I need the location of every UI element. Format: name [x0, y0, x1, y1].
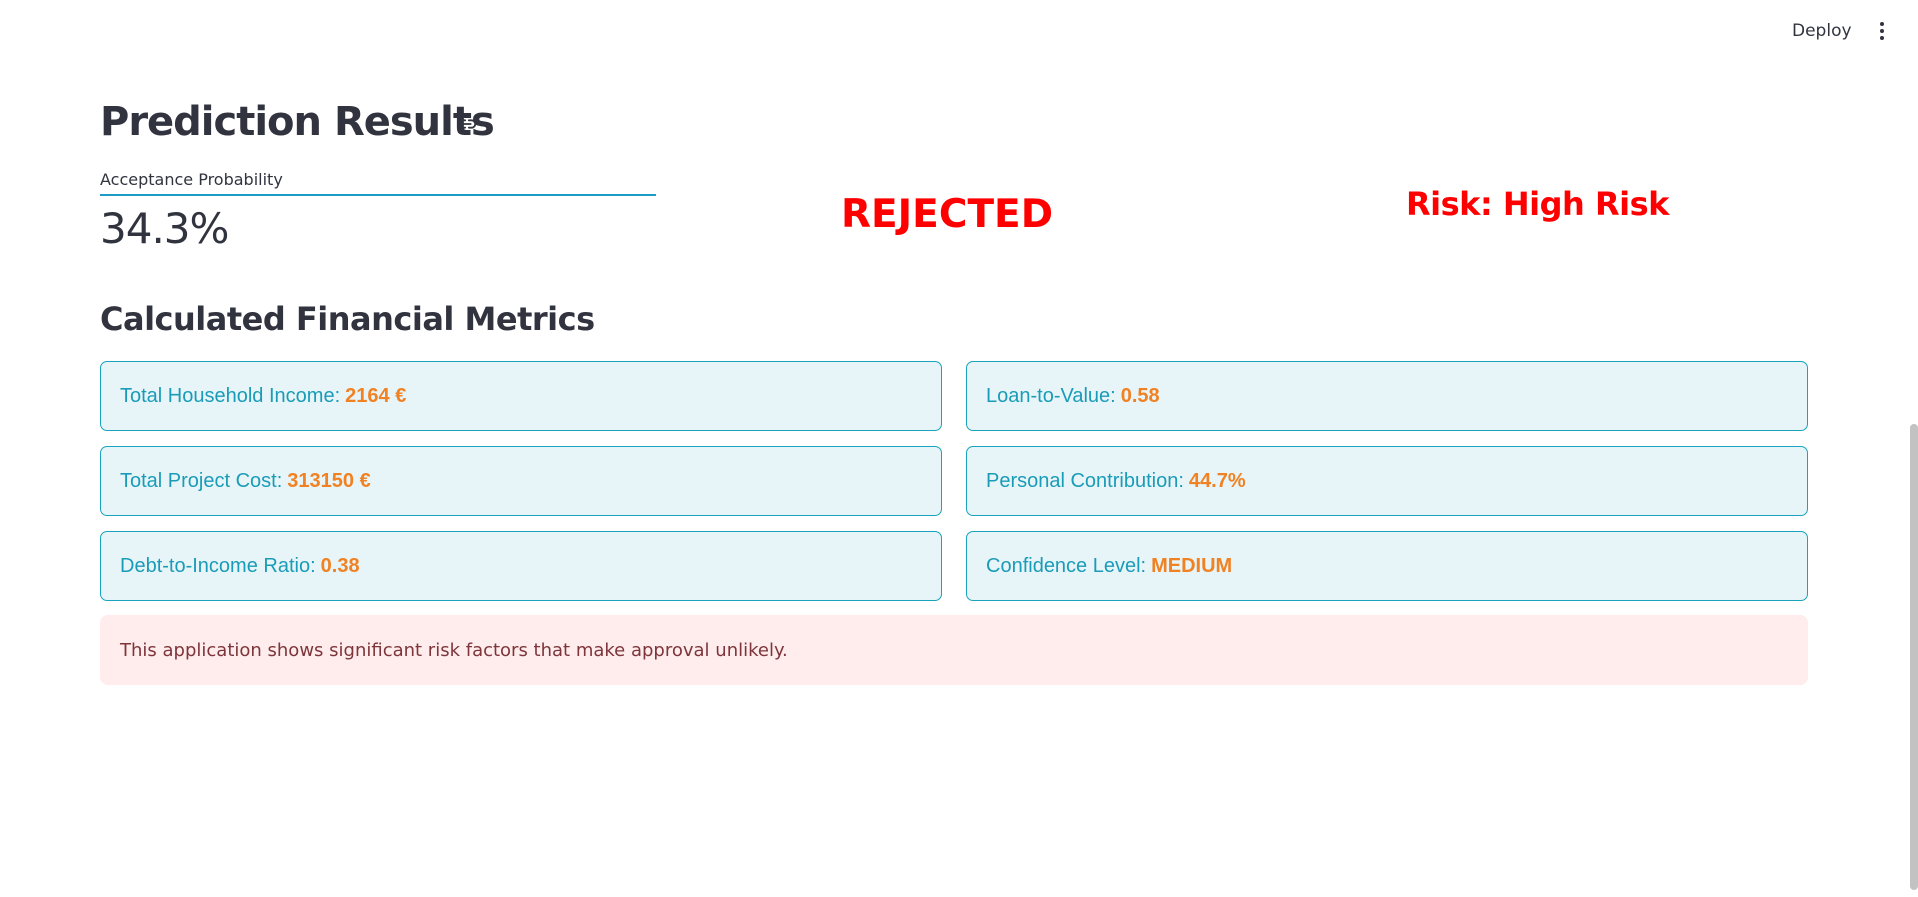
metric-card-total-project-cost: Total Project Cost: 313150 €: [100, 446, 942, 516]
metric-value: 0.38: [320, 554, 360, 577]
metric-label: Confidence Level:: [986, 554, 1147, 577]
metric-label: Debt-to-Income Ratio:: [120, 554, 316, 577]
metric-value: 313150 €: [287, 469, 371, 492]
metric-card-personal-contribution: Personal Contribution: 44.7%: [966, 446, 1808, 516]
metric-label: Total Project Cost:: [120, 469, 283, 492]
metric-value: 0.58: [1120, 384, 1160, 407]
metric-value: 44.7%: [1188, 469, 1246, 492]
risk-level: Risk: High Risk: [1406, 185, 1669, 223]
metrics-heading: Calculated Financial Metrics: [100, 300, 595, 338]
link-icon[interactable]: [456, 113, 478, 135]
acceptance-probability-value: 34.3%: [100, 204, 229, 253]
metric-label: Loan-to-Value:: [986, 384, 1116, 407]
alert-message: This application shows significant risk …: [120, 639, 788, 661]
top-toolbar: Deploy: [0, 0, 1918, 60]
metric-label: Total Household Income:: [120, 384, 341, 407]
metric-value: MEDIUM: [1151, 554, 1233, 577]
page-title: Prediction Results: [100, 99, 495, 145]
metric-card-confidence-level: Confidence Level: MEDIUM: [966, 531, 1808, 601]
deploy-button[interactable]: Deploy: [1784, 19, 1860, 43]
error-alert: This application shows significant risk …: [100, 615, 1808, 685]
acceptance-probability-label: Acceptance Probability: [100, 170, 283, 189]
scrollbar-thumb[interactable]: [1910, 424, 1918, 890]
decision-status: REJECTED: [841, 192, 1054, 237]
metric-card-loan-to-value: Loan-to-Value: 0.58: [966, 361, 1808, 431]
acceptance-probability-underline: [100, 194, 656, 196]
metric-card-total-household-income: Total Household Income: 2164 €: [100, 361, 942, 431]
vertical-ellipsis-icon[interactable]: [1870, 18, 1894, 44]
metric-label: Personal Contribution:: [986, 469, 1184, 492]
metric-card-debt-to-income-ratio: Debt-to-Income Ratio: 0.38: [100, 531, 942, 601]
metric-value: 2164 €: [345, 384, 407, 407]
